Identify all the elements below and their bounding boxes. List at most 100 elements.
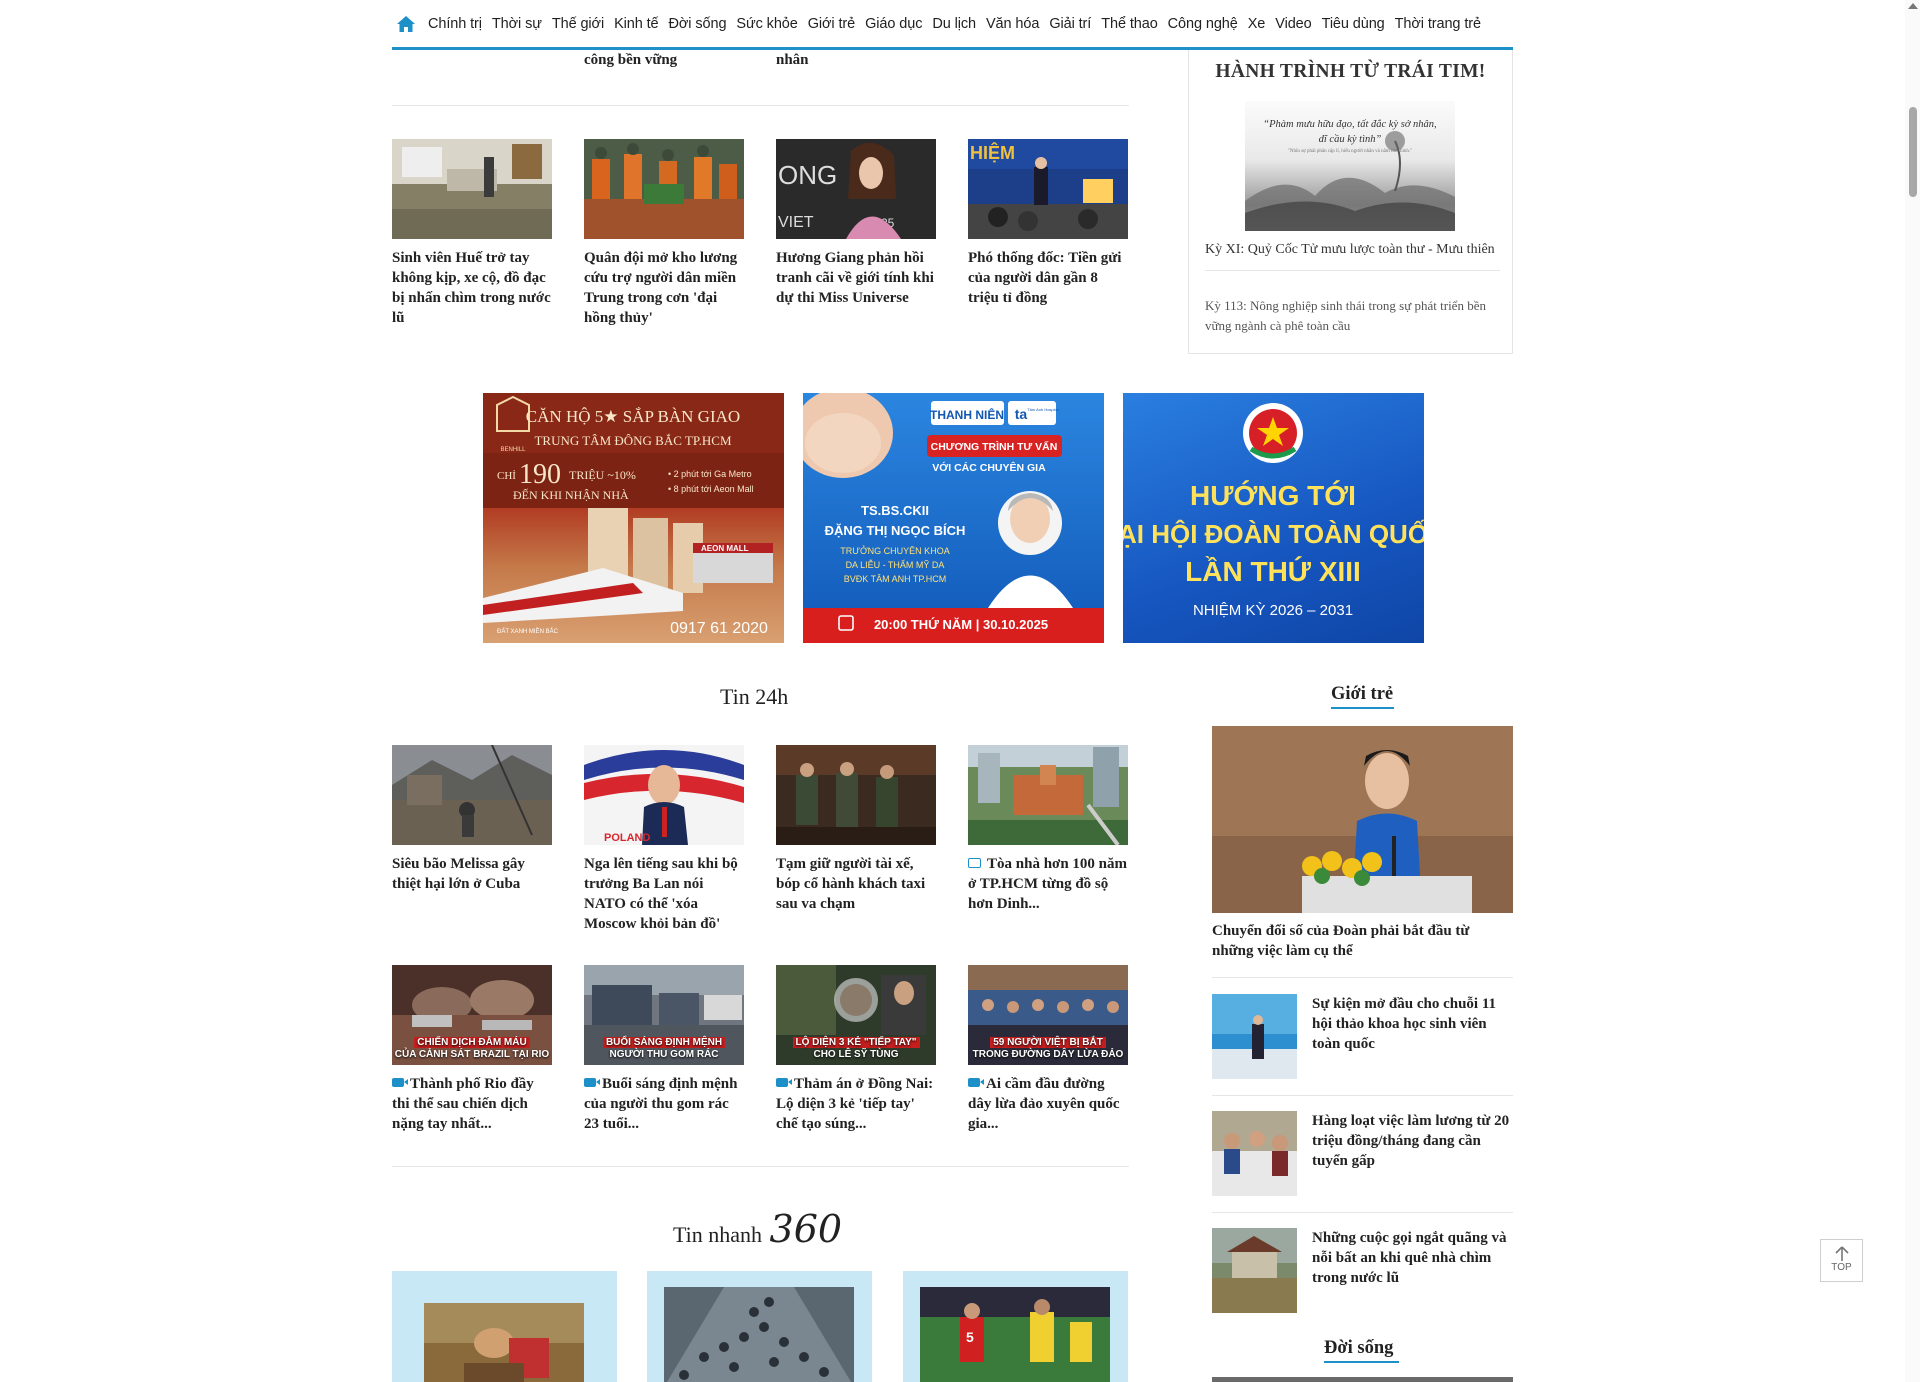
- article-title[interactable]: Buổi sáng định mệnh của người thu gom rá…: [584, 1074, 744, 1134]
- video-overlay-label: CHIẾN DỊCH ĐẪM MÁU CỦA CẢNH SÁT BRAZIL T…: [394, 1037, 550, 1060]
- article-thumbnail[interactable]: [584, 139, 744, 239]
- nav-item-xe[interactable]: Xe: [1248, 16, 1266, 32]
- back-to-top-button[interactable]: TOP: [1820, 1239, 1863, 1282]
- article-card[interactable]: Siêu bão Melissa gây thiệt hại lớn ở Cub…: [392, 745, 552, 894]
- hanh-trinh-image[interactable]: “Phàm mưu hữu đạo, tất đắc kỳ sở nhân, d…: [1245, 101, 1455, 231]
- nav-item-du-lich[interactable]: Du lịch: [932, 16, 976, 32]
- ad2-logo: THANH NIÊN: [930, 407, 1004, 422]
- article-title[interactable]: Hương Giang phản hồi tranh cãi về giới t…: [776, 248, 936, 308]
- article-title-text[interactable]: Thành phố Rio đầy thi thể sau chiến dịch…: [392, 1076, 534, 1132]
- vertical-scrollbar[interactable]: [1905, 0, 1920, 1382]
- video-card[interactable]: LỘ DIỆN 3 KẺ "TIẾP TAY" CHO LÊ SỸ TÙNG T…: [776, 965, 936, 1134]
- nav-item-tieu-dung[interactable]: Tiêu dùng: [1322, 16, 1385, 32]
- article-title[interactable]: Quân đội mở kho lương cứu trợ người dân …: [584, 248, 744, 328]
- article-card[interactable]: Tạm giữ người tài xế, bóp cổ hành khách …: [776, 745, 936, 914]
- article-thumbnail[interactable]: POLAND: [584, 745, 744, 845]
- hanh-trinh-link[interactable]: Kỳ 113: Nông nghiệp sinh thái trong sự p…: [1205, 296, 1500, 336]
- ad-banner-thanh-nien-tam-anh[interactable]: THANH NIÊN ta Tâm Anh Hospital CHƯƠNG TR…: [803, 393, 1104, 643]
- video-card[interactable]: BUỔI SÁNG ĐỊNH MỆNH NGƯỜI THU GOM RÁC Bu…: [584, 965, 744, 1134]
- doi-song-lead-image[interactable]: [1212, 1377, 1513, 1382]
- tin-nhanh-card[interactable]: 5: [903, 1271, 1128, 1382]
- nav-item-video[interactable]: Video: [1275, 16, 1311, 32]
- section-title-tin-24h[interactable]: Tin 24h: [720, 684, 788, 710]
- article-title-text[interactable]: Ai cầm đầu đường dây lừa đảo xuyên quốc …: [968, 1076, 1120, 1132]
- nav-item-suc-khoe[interactable]: Sức khỏe: [736, 16, 797, 32]
- divider: [392, 105, 1129, 106]
- ad1-footer-brand: ĐẤT XANH MIỀN BẮC: [497, 627, 559, 635]
- nav-item-thoi-trang-tre[interactable]: Thời trang trẻ: [1395, 16, 1481, 32]
- ad2-with: VỚI CÁC CHUYÊN GIA: [932, 461, 1046, 474]
- gioi-tre-thumbnail[interactable]: [1212, 1228, 1297, 1313]
- gioi-tre-item-title[interactable]: Những cuộc gọi ngắt quãng và nỗi bất an …: [1312, 1228, 1512, 1288]
- article-thumbnail[interactable]: [392, 139, 552, 239]
- article-title-text[interactable]: Tòa nhà hơn 100 năm ở TP.HCM từng đồ sộ …: [968, 856, 1127, 912]
- article-title[interactable]: Sinh viên Huế trở tay không kịp, xe cộ, …: [392, 248, 552, 328]
- nav-item-van-hoa[interactable]: Văn hóa: [986, 16, 1039, 32]
- tin-nhanh-card[interactable]: [647, 1271, 872, 1382]
- ad-banner-dai-hoi-doan[interactable]: HƯỚNG TỚI ĐẠI HỘI ĐOÀN TOÀN QUỐC LẦN THỨ…: [1123, 393, 1424, 643]
- video-thumbnail[interactable]: CHIẾN DỊCH ĐẪM MÁU CỦA CẢNH SÁT BRAZIL T…: [392, 965, 552, 1065]
- ad1-price: 190: [519, 459, 561, 490]
- video-thumbnail[interactable]: 59 NGƯỜI VIỆT BỊ BẮT TRONG ĐƯỜNG DÂY LỪA…: [968, 965, 1128, 1065]
- section-title-gioi-tre[interactable]: Giới trẻ: [1331, 684, 1393, 705]
- article-title[interactable]: Nga lên tiếng sau khi bộ trưởng Ba Lan n…: [584, 854, 744, 934]
- gioi-tre-lead-image[interactable]: [1212, 726, 1513, 913]
- article-title-text[interactable]: Buổi sáng định mệnh của người thu gom rá…: [584, 1076, 737, 1132]
- section-title-doi-song[interactable]: Đời sống: [1324, 1338, 1393, 1359]
- article-title[interactable]: Thảm án ở Đồng Nai: Lộ diện 3 kẻ 'tiếp t…: [776, 1074, 936, 1134]
- article-thumbnail[interactable]: HIỆM: [968, 139, 1128, 239]
- article-title-text[interactable]: Thảm án ở Đồng Nai: Lộ diện 3 kẻ 'tiếp t…: [776, 1076, 933, 1132]
- section-title-tin-nhanh[interactable]: Tin nhanh 360: [673, 1207, 842, 1251]
- article-thumbnail[interactable]: [776, 745, 936, 845]
- video-thumbnail[interactable]: LỘ DIỆN 3 KẺ "TIẾP TAY" CHO LÊ SỸ TÙNG: [776, 965, 936, 1065]
- hanh-trinh-link[interactable]: Kỳ XI: Quỷ Cốc Tử mưu lược toàn thư - Mư…: [1205, 240, 1500, 271]
- video-card[interactable]: 59 NGƯỜI VIỆT BỊ BẮT TRONG ĐƯỜNG DÂY LỪA…: [968, 965, 1128, 1134]
- article-title[interactable]: Thành phố Rio đầy thi thể sau chiến dịch…: [392, 1074, 552, 1134]
- ad1-sub: TRUNG TÂM ĐÔNG BẮC TP.HCM: [534, 433, 732, 448]
- nav-item-chinh-tri[interactable]: Chính trị: [428, 16, 482, 32]
- article-card[interactable]: ONG VIET 25 Hương Giang phản hồi tranh c…: [776, 139, 936, 308]
- article-card[interactable]: POLAND Nga lên tiếng sau khi bộ trưởng B…: [584, 745, 744, 934]
- video-card[interactable]: CHIẾN DỊCH ĐẪM MÁU CỦA CẢNH SÁT BRAZIL T…: [392, 965, 552, 1134]
- ad3-line: LẦN THỨ XIII: [1185, 556, 1361, 587]
- hanh-trinh-title[interactable]: HÀNH TRÌNH TỪ TRÁI TIM!: [1189, 61, 1512, 83]
- nav-item-the-thao[interactable]: Thể thao: [1101, 16, 1158, 32]
- ad2-role: DA LIỄU - THẨM MỸ DA: [846, 559, 945, 570]
- article-title[interactable]: Ai cầm đầu đường dây lừa đảo xuyên quốc …: [968, 1074, 1128, 1134]
- nav-item-cong-nghe[interactable]: Công nghệ: [1168, 16, 1238, 32]
- nav-item-giai-tri[interactable]: Giải trí: [1049, 16, 1091, 32]
- article-thumbnail[interactable]: [392, 745, 552, 845]
- gioi-tre-thumbnail[interactable]: [1212, 994, 1297, 1079]
- article-title-cut[interactable]: công bền vững: [584, 50, 677, 70]
- article-title-cut[interactable]: nhân: [776, 50, 809, 70]
- home-icon[interactable]: [396, 14, 416, 34]
- gioi-tre-thumbnail[interactable]: [1212, 1111, 1297, 1196]
- nav-item-the-gioi[interactable]: Thế giới: [552, 16, 604, 32]
- nav-item-giao-duc[interactable]: Giáo dục: [865, 16, 922, 32]
- article-card[interactable]: Sinh viên Huế trở tay không kịp, xe cộ, …: [392, 139, 552, 328]
- gioi-tre-item-title[interactable]: Sự kiện mở đầu cho chuỗi 11 hội thảo kho…: [1312, 994, 1512, 1054]
- nav-item-gioi-tre[interactable]: Giới trẻ: [808, 16, 855, 32]
- article-card[interactable]: Tòa nhà hơn 100 năm ở TP.HCM từng đồ sộ …: [968, 745, 1128, 914]
- ad2-role: BVĐK TÂM ANH TP.HCM: [844, 574, 947, 584]
- ad2-logo: ta: [1015, 406, 1028, 422]
- gioi-tre-item-title[interactable]: Hàng loạt việc làm lương từ 20 triệu đồn…: [1312, 1111, 1512, 1171]
- article-card[interactable]: HIỆM Phó thống đốc: Tiền gửi của người d…: [968, 139, 1128, 308]
- ad-banner-benhill[interactable]: CĂN HỘ 5★ SẮP BÀN GIAO TRUNG TÂM ĐÔNG BẮ…: [483, 393, 784, 643]
- gioi-tre-lead-title[interactable]: Chuyển đổi số của Đoàn phải bắt đầu từ n…: [1212, 921, 1513, 961]
- article-thumbnail[interactable]: [968, 745, 1128, 845]
- tin-nhanh-card[interactable]: [392, 1271, 617, 1382]
- article-title[interactable]: Siêu bão Melissa gây thiệt hại lớn ở Cub…: [392, 854, 552, 894]
- nav-item-kinh-te[interactable]: Kinh tế: [614, 16, 659, 32]
- nav-item-thoi-su[interactable]: Thời sự: [492, 16, 542, 32]
- scrollbar-thumb[interactable]: [1909, 107, 1917, 197]
- gioi-tre-lead[interactable]: Chuyển đổi số của Đoàn phải bắt đầu từ n…: [1212, 726, 1513, 961]
- article-thumbnail[interactable]: ONG VIET 25: [776, 139, 936, 239]
- article-title[interactable]: Phó thống đốc: Tiền gửi của người dân gầ…: [968, 248, 1128, 308]
- article-title[interactable]: Tòa nhà hơn 100 năm ở TP.HCM từng đồ sộ …: [968, 854, 1128, 914]
- article-title[interactable]: Tạm giữ người tài xế, bóp cổ hành khách …: [776, 854, 936, 914]
- scroll-up-arrow-icon[interactable]: [1908, 3, 1918, 9]
- nav-item-doi-song[interactable]: Đời sống: [669, 16, 727, 32]
- video-thumbnail[interactable]: BUỔI SÁNG ĐỊNH MỆNH NGƯỜI THU GOM RÁC: [584, 965, 744, 1065]
- article-card[interactable]: Quân đội mở kho lương cứu trợ người dân …: [584, 139, 744, 328]
